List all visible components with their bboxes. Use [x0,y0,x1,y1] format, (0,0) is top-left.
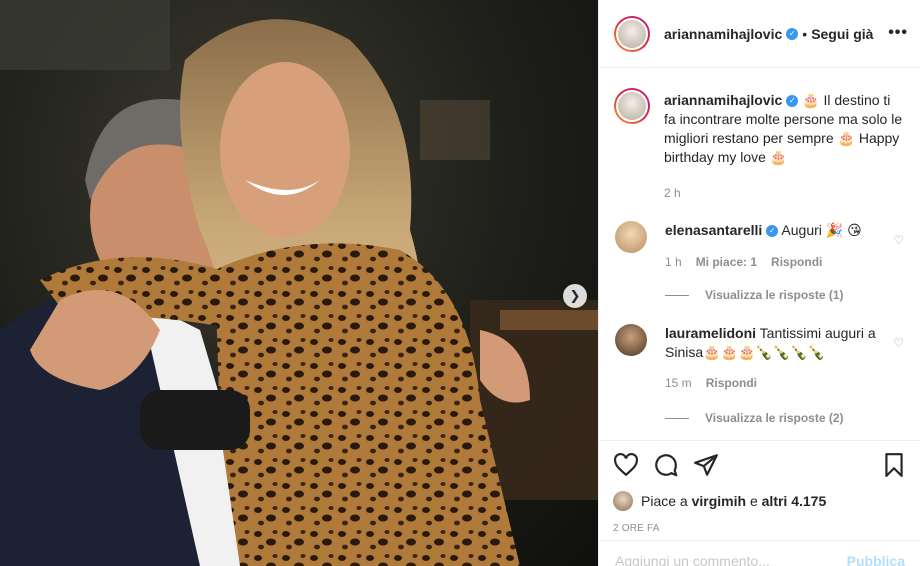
replies-line [665,294,689,296]
add-comment-bar[interactable]: Aggiungi un commento... Pubblica [599,540,920,566]
caption-meta: 2 h [664,184,904,203]
instagram-post-view: ❯ ariannamihajlovic ✓ • Segui già ••• ar… [0,0,920,566]
verified-badge-icon: ✓ [766,225,779,238]
publish-button[interactable]: Pubblica [847,553,905,566]
comment-bubble-icon[interactable] [653,452,679,478]
like-comment-heart-icon[interactable]: ♡ [893,233,904,247]
heart-icon[interactable] [613,452,639,478]
likes-summary: Piace a virgimih e altri 4.175 [613,491,907,511]
comment-username[interactable]: lauramelidoni [665,325,756,341]
caption: ariannamihajlovic ✓ 🎂 Il destino ti fa in… [614,88,904,203]
reply-button[interactable]: Rispondi [771,253,822,272]
post-side-panel: ariannamihajlovic ✓ • Segui già ••• aria… [598,0,920,566]
comment-likes[interactable]: Mi piace: 1 [696,253,757,272]
view-replies-button[interactable]: Visualizza le risposte (2) [665,411,904,425]
paper-plane-icon[interactable] [693,452,719,478]
bookmark-icon[interactable] [881,452,907,478]
view-replies-button[interactable]: Visualizza le risposte (1) [665,288,904,302]
caption-username[interactable]: ariannamihajlovic [664,92,782,108]
caption-avatar[interactable] [614,88,650,124]
commenter-avatar[interactable] [615,324,647,356]
post-actions: Piace a virgimih e altri 4.175 2 ORE FA [599,440,920,534]
comment-text: Auguri 🎉 😘 [781,222,862,238]
liker-username[interactable]: virgimih [692,493,746,509]
comment-item: elenasantarelli ✓ Auguri 🎉 😘 1 h Mi piace… [615,221,904,272]
next-photo-button[interactable]: ❯ [563,284,587,308]
following-button[interactable]: Segui già [811,26,873,42]
like-comment-heart-icon[interactable]: ♡ [893,336,904,350]
author-username[interactable]: ariannamihajlovic [664,26,782,42]
replies-line [665,417,689,419]
comment-time[interactable]: 15 m [665,374,692,393]
action-icons [613,441,907,489]
separator-dot: • [802,25,808,42]
likes-conj: e [746,493,762,509]
post-photo[interactable]: ❯ [0,0,598,566]
comment-time[interactable]: 1 h [665,253,682,272]
likes-prefix: Piace a [641,493,692,509]
verified-badge-icon: ✓ [786,95,799,108]
add-comment-input[interactable]: Aggiungi un commento... [615,553,770,566]
chevron-right-icon: ❯ [569,288,581,303]
comment-username[interactable]: elenasantarelli [665,222,762,238]
author-avatar[interactable] [614,15,650,52]
comment-meta: 1 h Mi piace: 1 Rispondi [665,253,904,272]
comments-list: ariannamihajlovic ✓ 🎂 Il destino ti fa in… [599,88,920,425]
commenter-avatar[interactable] [615,221,647,253]
verified-badge-icon: ✓ [786,27,799,40]
reply-button[interactable]: Rispondi [706,374,757,393]
post-header: ariannamihajlovic ✓ • Segui già ••• [599,0,920,68]
post-time[interactable]: 2 ORE FA [613,523,907,534]
more-options-icon[interactable]: ••• [888,24,908,42]
view-replies-label: Visualizza le risposte (1) [705,288,844,302]
photo-illustration [0,0,598,566]
liker-avatar[interactable] [613,491,633,511]
comment-meta: 15 m Rispondi [665,374,904,393]
view-replies-label: Visualizza le risposte (2) [705,411,844,425]
caption-time[interactable]: 2 h [664,184,681,203]
comment-item: lauramelidoni Tantissimi auguri a Sinisa… [615,324,904,393]
likes-others[interactable]: altri 4.175 [762,493,827,509]
